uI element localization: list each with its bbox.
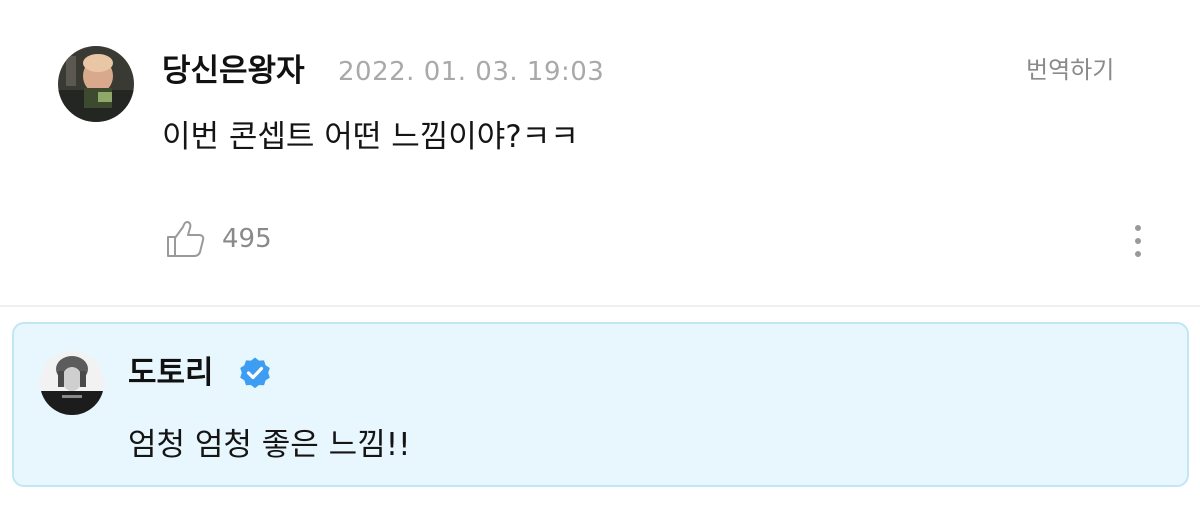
comment-card: 당신은왕자 2022. 01. 03. 19:03 번역하기 이번 콘셉트 어떤… — [0, 0, 1200, 305]
divider — [0, 305, 1200, 307]
commenter-username[interactable]: 당신은왕자 — [162, 52, 305, 90]
replier-username[interactable]: 도토리 — [128, 354, 214, 392]
more-vertical-icon — [1135, 225, 1141, 257]
comment-timestamp: 2022. 01. 03. 19:03 — [338, 57, 605, 87]
replier-avatar[interactable] — [40, 351, 104, 415]
commenter-avatar[interactable] — [58, 46, 134, 122]
comment-thread: 당신은왕자 2022. 01. 03. 19:03 번역하기 이번 콘셉트 어떤… — [0, 0, 1200, 512]
reply-card: 도토리 엄청 엄청 좋은 느낌!! — [12, 322, 1189, 487]
more-options-button[interactable] — [1124, 222, 1152, 260]
like-count: 495 — [222, 224, 272, 254]
like-button[interactable] — [164, 219, 208, 259]
comment-body: 이번 콘셉트 어떤 느낌이야?ㅋㅋ — [162, 119, 579, 155]
verified-badge-icon — [240, 357, 270, 389]
translate-button[interactable]: 번역하기 — [1026, 54, 1114, 86]
reply-body: 엄청 엄청 좋은 느낌!! — [128, 427, 411, 463]
thumbs-up-icon — [167, 221, 205, 257]
